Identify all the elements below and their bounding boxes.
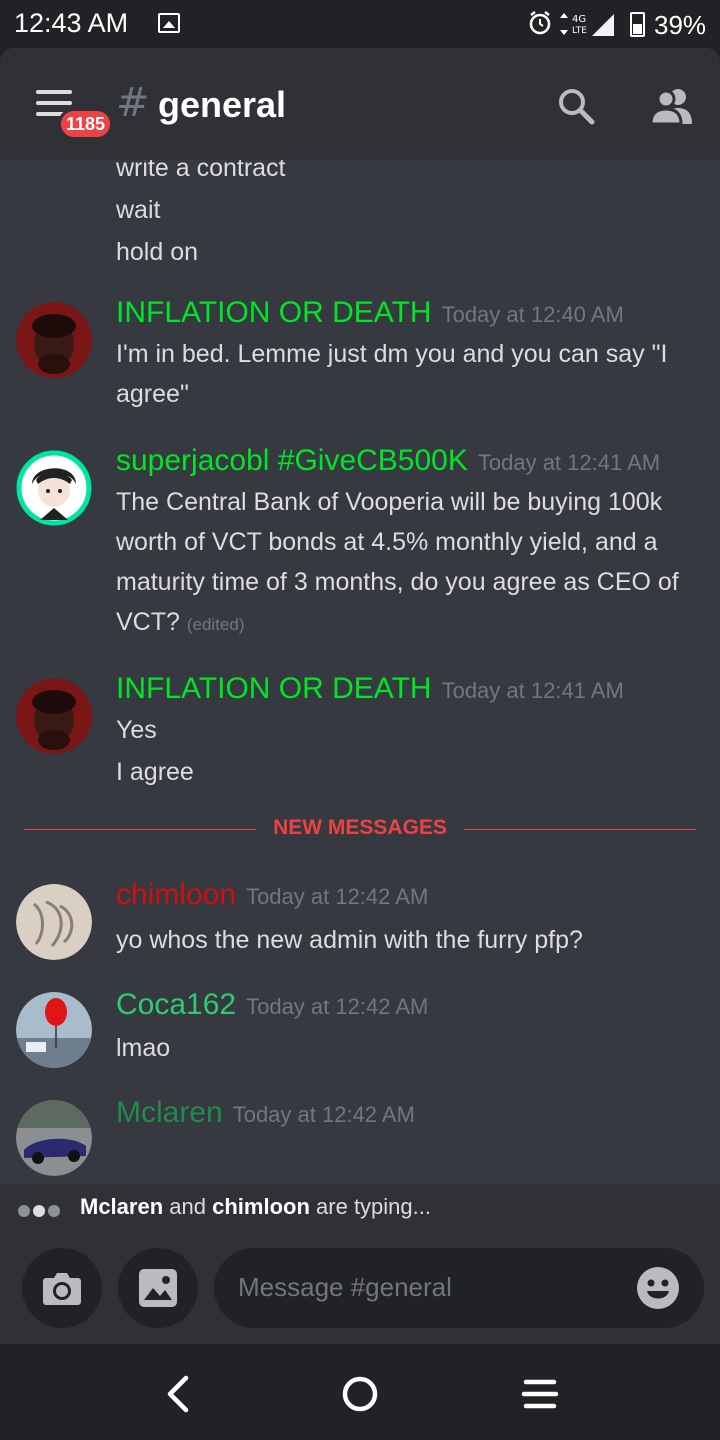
channel-header: 1185 # general xyxy=(0,48,720,160)
recents-icon[interactable] xyxy=(518,1372,562,1416)
username[interactable]: INFLATION OR DEATH xyxy=(116,672,432,705)
message-line: hold on xyxy=(116,238,199,266)
avatar[interactable] xyxy=(16,450,92,526)
alarm-icon xyxy=(529,11,551,35)
back-icon[interactable] xyxy=(158,1372,202,1416)
discord-app: 1185 # general write a contract wait hol… xyxy=(0,48,720,1344)
typing-user: Mclaren xyxy=(80,1194,164,1219)
timestamp: Today at 12:40 AM xyxy=(441,302,624,327)
username[interactable]: Coca162 xyxy=(116,988,236,1021)
battery-percent: 39% xyxy=(654,10,707,40)
message-input[interactable]: Message #general xyxy=(214,1248,704,1328)
camera-icon xyxy=(43,1273,81,1305)
message-line: wait xyxy=(116,196,161,224)
new-messages-divider: NEW MESSAGES xyxy=(24,814,696,844)
username[interactable]: chimloon xyxy=(116,878,236,911)
timestamp: Today at 12:42 AM xyxy=(232,1102,415,1127)
message-header: Coca162 Today at 12:42 AM xyxy=(116,988,428,1022)
signal-icon: 4G LTE xyxy=(560,13,614,36)
typing-suffix: are typing... xyxy=(316,1194,431,1219)
members-icon[interactable] xyxy=(650,86,694,126)
avatar[interactable] xyxy=(16,992,92,1068)
gallery-button[interactable] xyxy=(118,1248,198,1328)
message-text: Yes xyxy=(116,716,157,744)
new-messages-label: NEW MESSAGES xyxy=(273,816,447,839)
timestamp: Today at 12:42 AM xyxy=(246,994,429,1019)
message-text: yo whos the new admin with the furry pfp… xyxy=(116,926,583,954)
home-icon[interactable] xyxy=(338,1372,382,1416)
avatar[interactable] xyxy=(16,884,92,960)
message-body: The Central Bank of Vooperia will be buy… xyxy=(116,482,708,645)
network-sub-label: LTE xyxy=(572,26,587,36)
hamburger-menu-icon xyxy=(36,90,72,94)
typing-user: chimloon xyxy=(212,1194,310,1219)
channel-hash-icon: # xyxy=(116,80,150,126)
image-icon xyxy=(139,1269,177,1307)
message-header: INFLATION OR DEATH Today at 12:41 AM xyxy=(116,672,624,706)
search-icon[interactable] xyxy=(556,86,596,126)
username[interactable]: Mclaren xyxy=(116,1096,223,1129)
status-time: 12:43 AM xyxy=(14,8,129,38)
avatar[interactable] xyxy=(16,678,92,754)
message-composer: Message #general xyxy=(0,1232,720,1344)
message-text: I agree xyxy=(116,758,194,786)
message-header: chimloon Today at 12:42 AM xyxy=(116,878,428,912)
message-text: lmao xyxy=(116,1034,171,1062)
message-text: I'm in bed. Lemme just dm you and you ca… xyxy=(116,340,668,408)
timestamp: Today at 12:41 AM xyxy=(441,678,624,703)
avatar[interactable] xyxy=(16,302,92,378)
unread-badge: 1185 xyxy=(58,108,114,140)
system-nav-bar xyxy=(0,1344,720,1440)
timestamp: Today at 12:42 AM xyxy=(246,884,429,909)
channel-title[interactable]: general xyxy=(158,84,286,126)
username[interactable]: superjacobl #GiveCB500K xyxy=(116,444,468,477)
username[interactable]: INFLATION OR DEATH xyxy=(116,296,432,329)
network-type-label: 4G xyxy=(572,14,586,25)
message-header: Mclaren Today at 12:42 AM xyxy=(116,1096,415,1130)
camera-button[interactable] xyxy=(22,1248,102,1328)
message-list[interactable]: write a contract wait hold on INFLATION … xyxy=(0,160,720,1184)
typing-text: Mclaren and chimloon are typing... xyxy=(80,1194,431,1220)
edited-label: (edited) xyxy=(186,615,245,634)
battery-icon xyxy=(630,12,645,37)
emoji-icon[interactable] xyxy=(636,1266,680,1310)
message-line: write a contract xyxy=(116,160,286,182)
avatar[interactable] xyxy=(16,1100,92,1176)
message-header: superjacobl #GiveCB500K Today at 12:41 AM xyxy=(116,444,660,478)
typing-dots-icon xyxy=(18,1202,63,1221)
message-text: The Central Bank of Vooperia will be buy… xyxy=(116,488,679,636)
message-input-placeholder: Message #general xyxy=(238,1272,452,1302)
image-notification-icon xyxy=(158,13,180,33)
timestamp: Today at 12:41 AM xyxy=(477,450,661,475)
typing-indicator: Mclaren and chimloon are typing... xyxy=(0,1184,720,1232)
typing-joiner: and xyxy=(169,1194,206,1219)
status-bar: 12:43 AM 4G LTE 39% xyxy=(0,0,720,48)
message-header: INFLATION OR DEATH Today at 12:40 AM xyxy=(116,296,624,330)
